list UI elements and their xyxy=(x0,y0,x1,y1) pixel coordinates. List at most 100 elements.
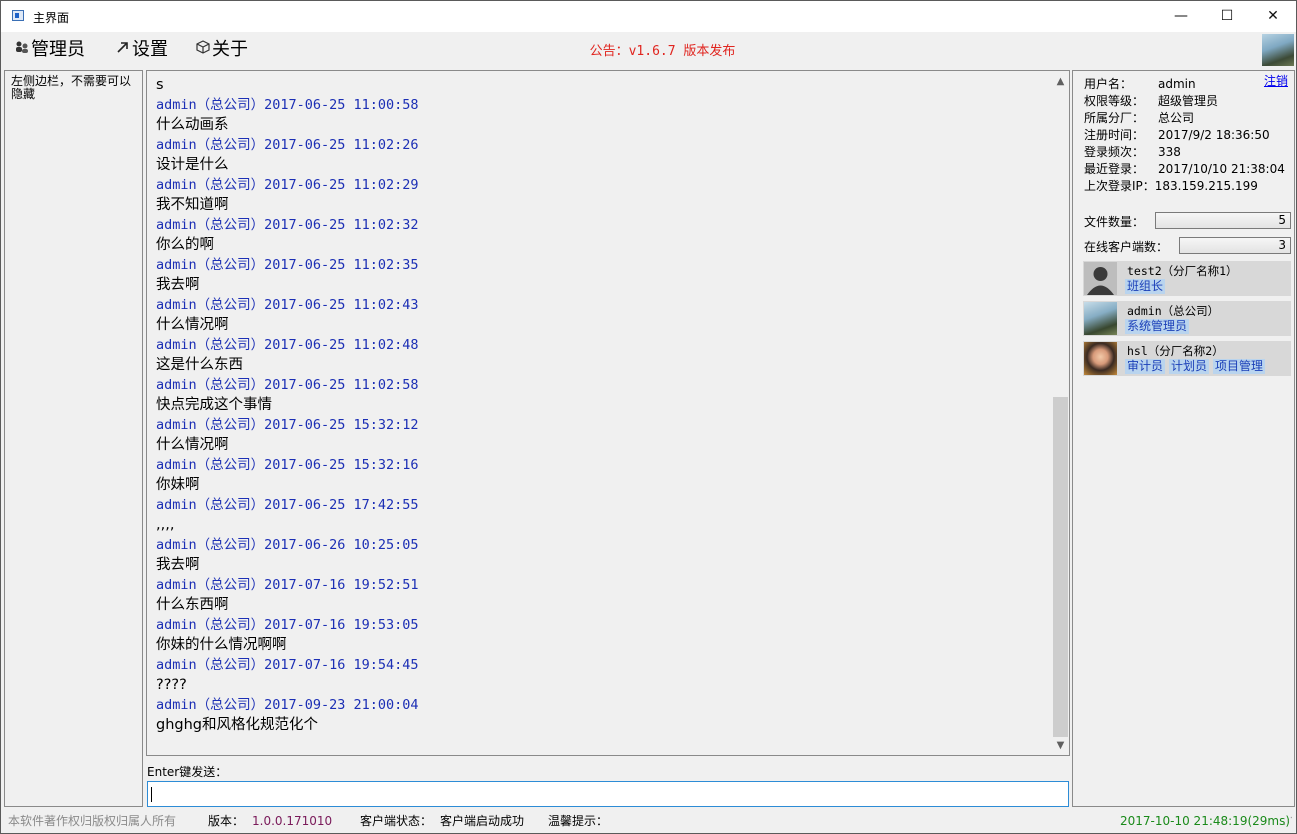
message-text: 这是什么东西 xyxy=(156,357,243,373)
info-row: 上次登录IP：183.159.215.199 xyxy=(1084,179,1258,193)
message-text: 你妹啊 xyxy=(156,477,200,493)
window-title: 主界面 xyxy=(33,11,70,25)
menu-bar: 公告：v1.6.7 版本发布 管理员 设置 关于 xyxy=(1,32,1296,69)
message-text: 你么的啊 xyxy=(156,237,214,253)
cube-icon xyxy=(194,38,212,62)
menu-about-label: 关于 xyxy=(212,39,248,60)
user-roles: 班组长 xyxy=(1125,279,1169,294)
user-info-panel: 注销 用户名： admin 权限等级： 超级管理员 所属分厂： 总公司 注册时间： 20… xyxy=(1072,70,1295,807)
title-bar: 主界面 — ☐ ✕ xyxy=(1,1,1296,32)
message-text: 快点完成这个事情 xyxy=(156,397,272,413)
online-count-label: 在线客户端数： xyxy=(1084,240,1169,254)
online-count-value: 3 xyxy=(1179,237,1291,254)
message-input[interactable] xyxy=(147,781,1069,807)
message-list: s admin（总公司）2017-06-25 11:00:58 什么动画系 admin… xyxy=(156,75,1051,735)
message-header: admin（总公司）2017-06-25 11:02:58 xyxy=(156,377,419,393)
chat-history[interactable]: s admin（总公司）2017-06-25 11:00:58 什么动画系 admin… xyxy=(146,70,1070,756)
message-text: 我去啊 xyxy=(156,277,200,293)
client-state-value: 客户端启动成功 xyxy=(440,814,525,828)
status-time: 2017-10-10 21:48:19(29ms) xyxy=(1120,814,1291,828)
message-header: admin（总公司）2017-06-25 11:00:58 xyxy=(156,97,419,113)
role-badge: 审计员 xyxy=(1125,359,1166,374)
menu-admin-label: 管理员 xyxy=(31,39,85,60)
message-header: admin（总公司）2017-06-25 15:32:12 xyxy=(156,417,419,433)
role-badge: 项目管理 xyxy=(1213,359,1266,374)
message-header: admin（总公司）2017-06-25 15:32:16 xyxy=(156,457,419,473)
online-user-item[interactable]: admin（总公司） 系统管理员 xyxy=(1083,301,1291,336)
default-avatar-icon xyxy=(1084,262,1117,295)
message-text: 什么东西啊 xyxy=(156,597,229,613)
arrow-icon xyxy=(114,38,132,62)
message-header: admin（总公司）2017-06-25 11:02:43 xyxy=(156,297,419,313)
message-text: 你妹的什么情况啊啊 xyxy=(156,637,287,653)
menu-settings-label: 设置 xyxy=(132,39,168,60)
left-sidebar: 左侧边栏，不需要可以隐藏 xyxy=(4,70,143,807)
message-header: admin（总公司）2017-06-25 17:42:55 xyxy=(156,497,419,513)
info-row: 所属分厂： 总公司 xyxy=(1084,111,1195,125)
message-text: 什么情况啊 xyxy=(156,317,229,333)
scrollbar-thumb[interactable] xyxy=(1053,397,1068,737)
message-text: 我不知道啊 xyxy=(156,197,229,213)
message-text: 什么情况啊 xyxy=(156,437,229,453)
info-list: 用户名： admin 权限等级： 超级管理员 所属分厂： 总公司 注册时间： 2017/… xyxy=(1084,76,1285,195)
status-bar: 本软件著作权归版权归属人所有 版本： 1.0.0.171010 客户端状态： 客… xyxy=(1,810,1296,833)
file-count-label: 文件数量： xyxy=(1084,215,1145,229)
info-row: 用户名： admin xyxy=(1084,77,1196,91)
app-icon xyxy=(12,10,24,21)
message-text: 设计是什么 xyxy=(156,157,229,173)
minimize-button[interactable]: — xyxy=(1158,1,1204,32)
online-user-item[interactable]: hsl（分厂名称2） 审计员 计划员 项目管理 xyxy=(1083,341,1291,376)
user-name: admin（总公司） xyxy=(1127,304,1220,318)
input-label: Enter键发送： xyxy=(147,765,228,779)
user-name: hsl（分厂名称2） xyxy=(1127,344,1224,358)
client-state-label: 客户端状态： xyxy=(360,814,433,828)
message-header: admin（总公司）2017-06-25 11:02:48 xyxy=(156,337,419,353)
message-header: admin（总公司）2017-06-25 11:02:29 xyxy=(156,177,419,193)
version-value: 1.0.0.171010 xyxy=(252,814,333,828)
text-caret xyxy=(151,787,152,802)
sidebar-text: 左侧边栏，不需要可以隐藏 xyxy=(11,74,132,101)
file-count-value: 5 xyxy=(1155,212,1291,229)
message-text: s xyxy=(156,77,164,93)
photo-avatar-icon xyxy=(1084,302,1117,335)
close-button[interactable]: ✕ xyxy=(1250,1,1296,32)
menu-about[interactable]: 关于 xyxy=(194,38,248,62)
users-icon xyxy=(13,38,31,62)
info-row: 最近登录： 2017/10/10 21:38:04 xyxy=(1084,162,1285,176)
message-header: admin（总公司）2017-06-25 11:02:26 xyxy=(156,137,419,153)
message-header: admin（总公司）2017-06-26 10:25:05 xyxy=(156,537,419,553)
user-roles: 审计员 计划员 项目管理 xyxy=(1125,359,1269,374)
copyright-text: 本软件著作权归版权归属人所有 xyxy=(8,814,177,828)
role-badge: 计划员 xyxy=(1169,359,1210,374)
maximize-button[interactable]: ☐ xyxy=(1204,1,1250,32)
message-header: admin（总公司）2017-07-16 19:53:05 xyxy=(156,617,419,633)
user-roles: 系统管理员 xyxy=(1125,319,1193,334)
info-row: 权限等级： 超级管理员 xyxy=(1084,94,1219,108)
message-text: ghghg和风格化规范化个 xyxy=(156,717,318,733)
message-text: 什么动画系 xyxy=(156,117,229,133)
tip-label: 温馨提示： xyxy=(548,814,609,828)
main-window: 主界面 — ☐ ✕ 公告：v1.6.7 版本发布 管理员 设置 关于 左侧边栏，… xyxy=(0,0,1297,834)
message-header: admin（总公司）2017-06-25 11:02:35 xyxy=(156,257,419,273)
message-header: admin（总公司）2017-09-23 21:00:04 xyxy=(156,697,419,713)
message-text: ,,,, xyxy=(156,517,175,533)
scroll-down-icon[interactable]: ▼ xyxy=(1052,737,1069,754)
scroll-up-icon[interactable]: ▲ xyxy=(1052,73,1069,90)
info-row: 注册时间： 2017/9/2 18:36:50 xyxy=(1084,128,1270,142)
message-text: 我去啊 xyxy=(156,557,200,573)
message-text: ???? xyxy=(156,677,187,693)
resize-grip-icon[interactable]: ⋰ xyxy=(1283,810,1293,833)
menu-settings[interactable]: 设置 xyxy=(114,38,168,62)
chat-scrollbar[interactable]: ▲ ▼ xyxy=(1052,71,1069,755)
online-user-item[interactable]: test2（分厂名称1） 班组长 xyxy=(1083,261,1291,296)
version-label: 版本： xyxy=(208,814,245,828)
user-name: test2（分厂名称1） xyxy=(1127,264,1238,278)
role-badge: 班组长 xyxy=(1125,279,1166,294)
menu-admin[interactable]: 管理员 xyxy=(13,38,85,62)
message-header: admin（总公司）2017-07-16 19:54:45 xyxy=(156,657,419,673)
message-header: admin（总公司）2017-07-16 19:52:51 xyxy=(156,577,419,593)
photo-avatar-icon xyxy=(1084,342,1117,375)
info-row: 登录频次： 338 xyxy=(1084,145,1181,159)
current-user-avatar[interactable] xyxy=(1262,34,1294,66)
role-badge: 系统管理员 xyxy=(1125,319,1190,334)
